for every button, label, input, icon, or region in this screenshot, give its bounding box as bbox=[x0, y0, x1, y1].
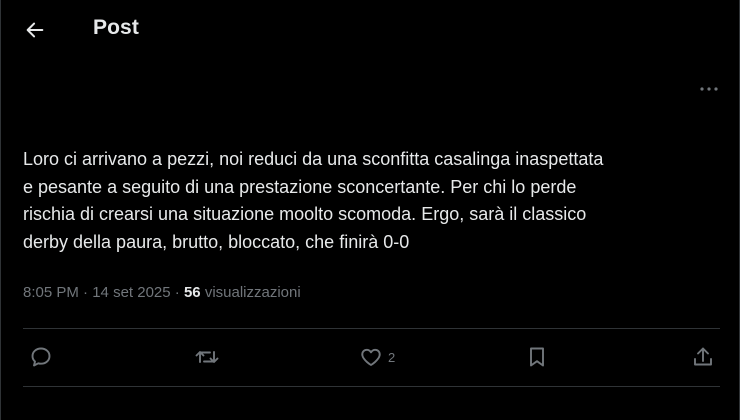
meta-separator: · bbox=[174, 284, 180, 301]
heart-icon bbox=[361, 348, 381, 366]
divider bbox=[23, 386, 720, 387]
divider bbox=[23, 328, 720, 329]
like-button[interactable]: 2 bbox=[359, 344, 395, 370]
post-metadata: 8:05 PM · 14 set 2025 · 56 visualizzazio… bbox=[23, 284, 301, 301]
post-date[interactable]: 14 set 2025 bbox=[92, 284, 170, 301]
bookmark-button[interactable] bbox=[526, 344, 548, 370]
reply-icon bbox=[31, 347, 51, 367]
action-bar: 2 bbox=[1, 334, 740, 380]
arrow-left-icon bbox=[26, 22, 44, 38]
reply-button[interactable] bbox=[29, 344, 53, 370]
like-count: 2 bbox=[388, 349, 396, 365]
page-title: Post bbox=[93, 16, 139, 39]
views-count: 56 bbox=[183, 284, 201, 301]
bookmark-icon bbox=[530, 347, 544, 367]
meta-separator: · bbox=[83, 284, 89, 301]
more-horizontal-icon bbox=[700, 87, 718, 91]
more-options-button[interactable] bbox=[695, 78, 723, 100]
post-time[interactable]: 8:05 PM bbox=[23, 284, 79, 301]
post-text: Loro ci arrivano a pezzi, noi reduci da … bbox=[23, 149, 604, 252]
post-detail-view: Post Loro ci arrivano a pezzi, noi reduc… bbox=[0, 0, 740, 420]
views-label: visualizzazioni bbox=[204, 284, 301, 301]
repost-button[interactable] bbox=[194, 344, 220, 370]
back-button[interactable] bbox=[19, 14, 51, 46]
share-icon bbox=[694, 347, 712, 366]
top-bar: Post bbox=[1, 0, 740, 60]
repost-icon bbox=[195, 351, 219, 363]
share-button[interactable] bbox=[691, 344, 715, 370]
